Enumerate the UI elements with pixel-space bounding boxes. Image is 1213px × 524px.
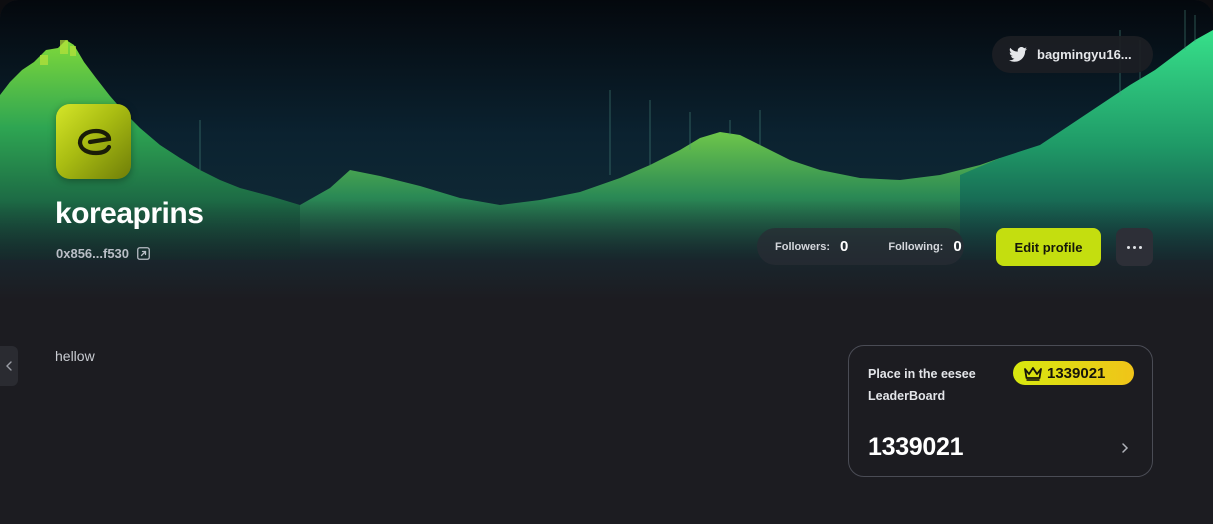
leaderboard-title: Place in the eesee LeaderBoard: [868, 367, 976, 403]
leaderboard-place: 1339021: [868, 433, 964, 461]
following-count[interactable]: 0: [953, 238, 961, 255]
profile-bio: hellow: [55, 348, 95, 364]
wallet-address[interactable]: 0x856...f530: [56, 246, 150, 261]
leaderboard-card[interactable]: Place in the eesee LeaderBoard 1339021 1…: [848, 345, 1153, 477]
followers-count[interactable]: 0: [840, 238, 848, 255]
chevron-right-icon[interactable]: [1119, 442, 1131, 454]
follow-stats: Followers: 0 Following: 0: [757, 228, 964, 265]
profile-username: koreaprins: [55, 197, 204, 230]
twitter-link[interactable]: bagmingyu16...: [992, 36, 1153, 73]
following-label[interactable]: Following:: [888, 241, 943, 253]
more-icon: [1127, 245, 1142, 249]
twitter-icon: [1009, 47, 1027, 62]
chevron-left-icon: [6, 361, 12, 371]
profile-page: koreaprins 0x856...f530 bagmingyu16... F…: [0, 0, 1213, 524]
avatar[interactable]: [56, 104, 131, 179]
leaderboard-badge: 1339021: [1013, 361, 1134, 385]
wallet-address-text: 0x856...f530: [56, 246, 130, 261]
leaderboard-badge-value: 1339021: [1047, 364, 1106, 382]
more-options-button[interactable]: [1116, 228, 1153, 266]
twitter-handle: bagmingyu16...: [1037, 47, 1132, 62]
followers-label[interactable]: Followers:: [775, 241, 830, 253]
edit-profile-button[interactable]: Edit profile: [996, 228, 1101, 266]
crown-icon: [1024, 367, 1042, 381]
eesee-logo-icon: [77, 128, 111, 155]
external-link-icon[interactable]: [137, 247, 150, 260]
sidebar-toggle[interactable]: [0, 346, 18, 386]
